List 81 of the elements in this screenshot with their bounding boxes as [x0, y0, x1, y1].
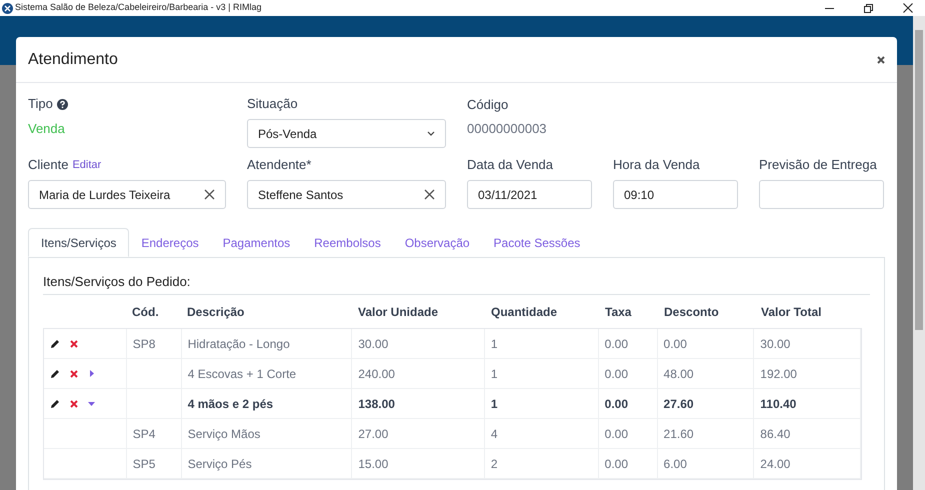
pencil-icon[interactable] — [50, 398, 60, 408]
codigo-value: 00000000003 — [467, 120, 548, 138]
field-label: Previsão de Entrega — [759, 156, 877, 174]
input-field[interactable]: 09:10 — [613, 180, 738, 209]
table-cell-text: SP5 — [132, 456, 156, 472]
column-header: Cód. — [131, 304, 160, 321]
field-label: Situação — [247, 95, 298, 114]
edit-link[interactable]: Editar — [72, 156, 102, 174]
field-label: Cliente — [28, 156, 68, 174]
tipo-value: Venda — [28, 120, 66, 138]
field-label: Hora da Venda — [613, 156, 700, 174]
table-cell-text: 110.40 — [760, 396, 796, 412]
section-title: Itens/Serviços do Pedido: — [43, 272, 870, 295]
table-cell-text: 240.00 — [358, 366, 395, 382]
table-cell-text: Serviço Mãos — [188, 426, 260, 442]
column-header: Desconto — [663, 304, 720, 321]
table-cell-text: Serviço Pés — [188, 456, 252, 472]
tab[interactable]: Observação — [392, 228, 482, 257]
table-cell-text: Hidratação - Longo — [188, 336, 290, 352]
table-cell-text: 48.00 — [664, 366, 694, 382]
table-cell-text: SP8 — [132, 336, 156, 352]
table-cell-text: 192.00 — [760, 366, 797, 382]
table-cell-text: 86.40 — [760, 426, 790, 442]
table-cell-text: 1 — [490, 336, 498, 352]
tab[interactable]: Endereços — [129, 228, 211, 257]
field-label: Data da Venda — [467, 156, 554, 174]
table-cell-text: SP4 — [132, 426, 156, 442]
tab[interactable]: Reembolsos — [302, 228, 393, 257]
table-cell-text: 0.00 — [604, 366, 628, 382]
chevron-down-icon — [427, 131, 435, 136]
tab[interactable]: Itens/Serviços — [28, 228, 130, 257]
table-cell-text: 30.00 — [358, 336, 388, 352]
close-icon[interactable] — [877, 56, 885, 64]
input-field[interactable]: 03/11/2021 — [467, 180, 592, 209]
tab[interactable]: Pagamentos — [210, 228, 302, 257]
table-cell-text: 0.00 — [604, 336, 628, 352]
restore-icon[interactable] — [864, 4, 873, 12]
table-cell-text: 138.00 — [358, 396, 395, 412]
caret-right-icon[interactable] — [88, 370, 95, 377]
table-cell-text: 1 — [490, 396, 498, 412]
table-cell-text: 0.00 — [604, 456, 628, 472]
delete-icon[interactable] — [70, 370, 78, 378]
field-label: Atendente* — [247, 156, 312, 174]
delete-icon[interactable] — [70, 340, 78, 348]
status-select[interactable]: Pós-Venda — [247, 119, 446, 148]
table-cell-text: 24.00 — [760, 456, 790, 472]
close-icon[interactable] — [903, 3, 913, 13]
table-cell-text: 30.00 — [760, 336, 790, 352]
field-label: Tipo — [28, 95, 53, 114]
pencil-icon[interactable] — [50, 368, 60, 378]
table-cell-text: 21.60 — [664, 426, 694, 442]
pencil-icon[interactable] — [50, 338, 60, 348]
tab[interactable]: Pacote Sessões — [482, 228, 592, 257]
table-cell-text: 4 Escovas + 1 Corte — [188, 366, 296, 382]
table-cell-text: 2 — [490, 456, 498, 472]
column-header: Taxa — [604, 304, 632, 321]
field-label: Código — [467, 96, 510, 113]
table-cell-text: 27.60 — [664, 396, 694, 412]
clear-icon[interactable] — [424, 189, 435, 200]
table-cell-text: 1 — [490, 366, 498, 382]
table-cell-text: 4 mãos e 2 pés — [188, 396, 274, 412]
input-field[interactable] — [759, 180, 884, 209]
table-cell-text: 15.00 — [358, 456, 388, 472]
column-header: Valor Total — [760, 304, 822, 321]
caret-down-icon[interactable] — [88, 400, 95, 407]
column-header: Quantidade — [490, 304, 558, 321]
table-cell-text: 6.00 — [664, 456, 687, 472]
delete-icon[interactable] — [70, 400, 78, 408]
clear-icon[interactable] — [204, 189, 215, 200]
table-cell-text: 4 — [490, 426, 498, 442]
table-cell-text: 0.00 — [664, 336, 687, 352]
input-field[interactable]: Maria de Lurdes Teixeira — [28, 180, 226, 209]
help-icon — [56, 98, 68, 110]
modal-title: Atendimento — [28, 50, 118, 70]
column-header: Valor Unidade — [357, 304, 440, 321]
input-field[interactable]: Steffene Santos — [247, 180, 446, 209]
table-cell-text: 27.00 — [358, 426, 388, 442]
table-cell-text: 0.00 — [604, 396, 628, 412]
window-title: Sistema Salão de Beleza/Cabeleireiro/Barbearia - v3 | RIMlag — [15, 1, 262, 14]
column-header: Descrição — [186, 304, 246, 321]
table-cell-text: 0.00 — [604, 426, 628, 442]
